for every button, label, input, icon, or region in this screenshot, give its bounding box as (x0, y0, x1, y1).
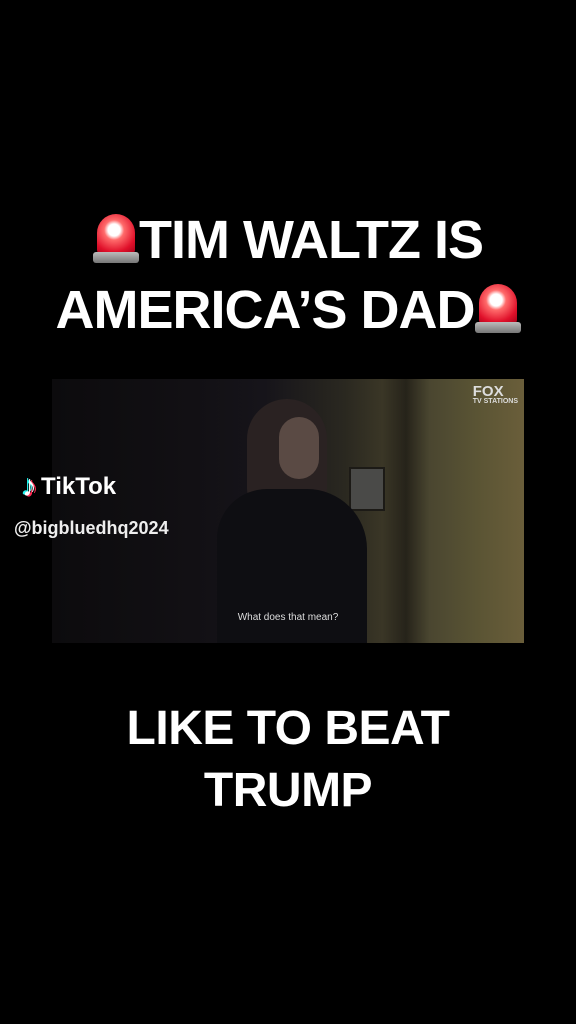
siren-icon (474, 282, 521, 334)
siren-icon (93, 212, 140, 264)
video-subtitle: What does that mean? (237, 612, 339, 623)
creator-handle: @bigbluedhq2024 (14, 518, 169, 538)
video-frame[interactable]: FOX TV STATIONS What does that mean? (52, 379, 524, 643)
caption: LIKE TO BEAT TRUMP (0, 698, 576, 822)
person (217, 399, 367, 643)
tiktok-watermark: ♪ TikTok (22, 472, 116, 502)
headline-line1: TIM WALTZ IS (139, 210, 484, 270)
headline-line2: AMERICA’S DAD (55, 280, 475, 340)
caption-line2: TRUMP (203, 764, 373, 817)
caption-line1: LIKE TO BEAT (126, 702, 450, 755)
tiktok-brand: TikTok (41, 473, 117, 500)
headline: TIM WALTZ IS AMERICA’S DAD (0, 205, 576, 345)
tiktok-logo-icon: ♪ (22, 470, 37, 503)
fox-watermark: FOX TV STATIONS (472, 383, 518, 405)
